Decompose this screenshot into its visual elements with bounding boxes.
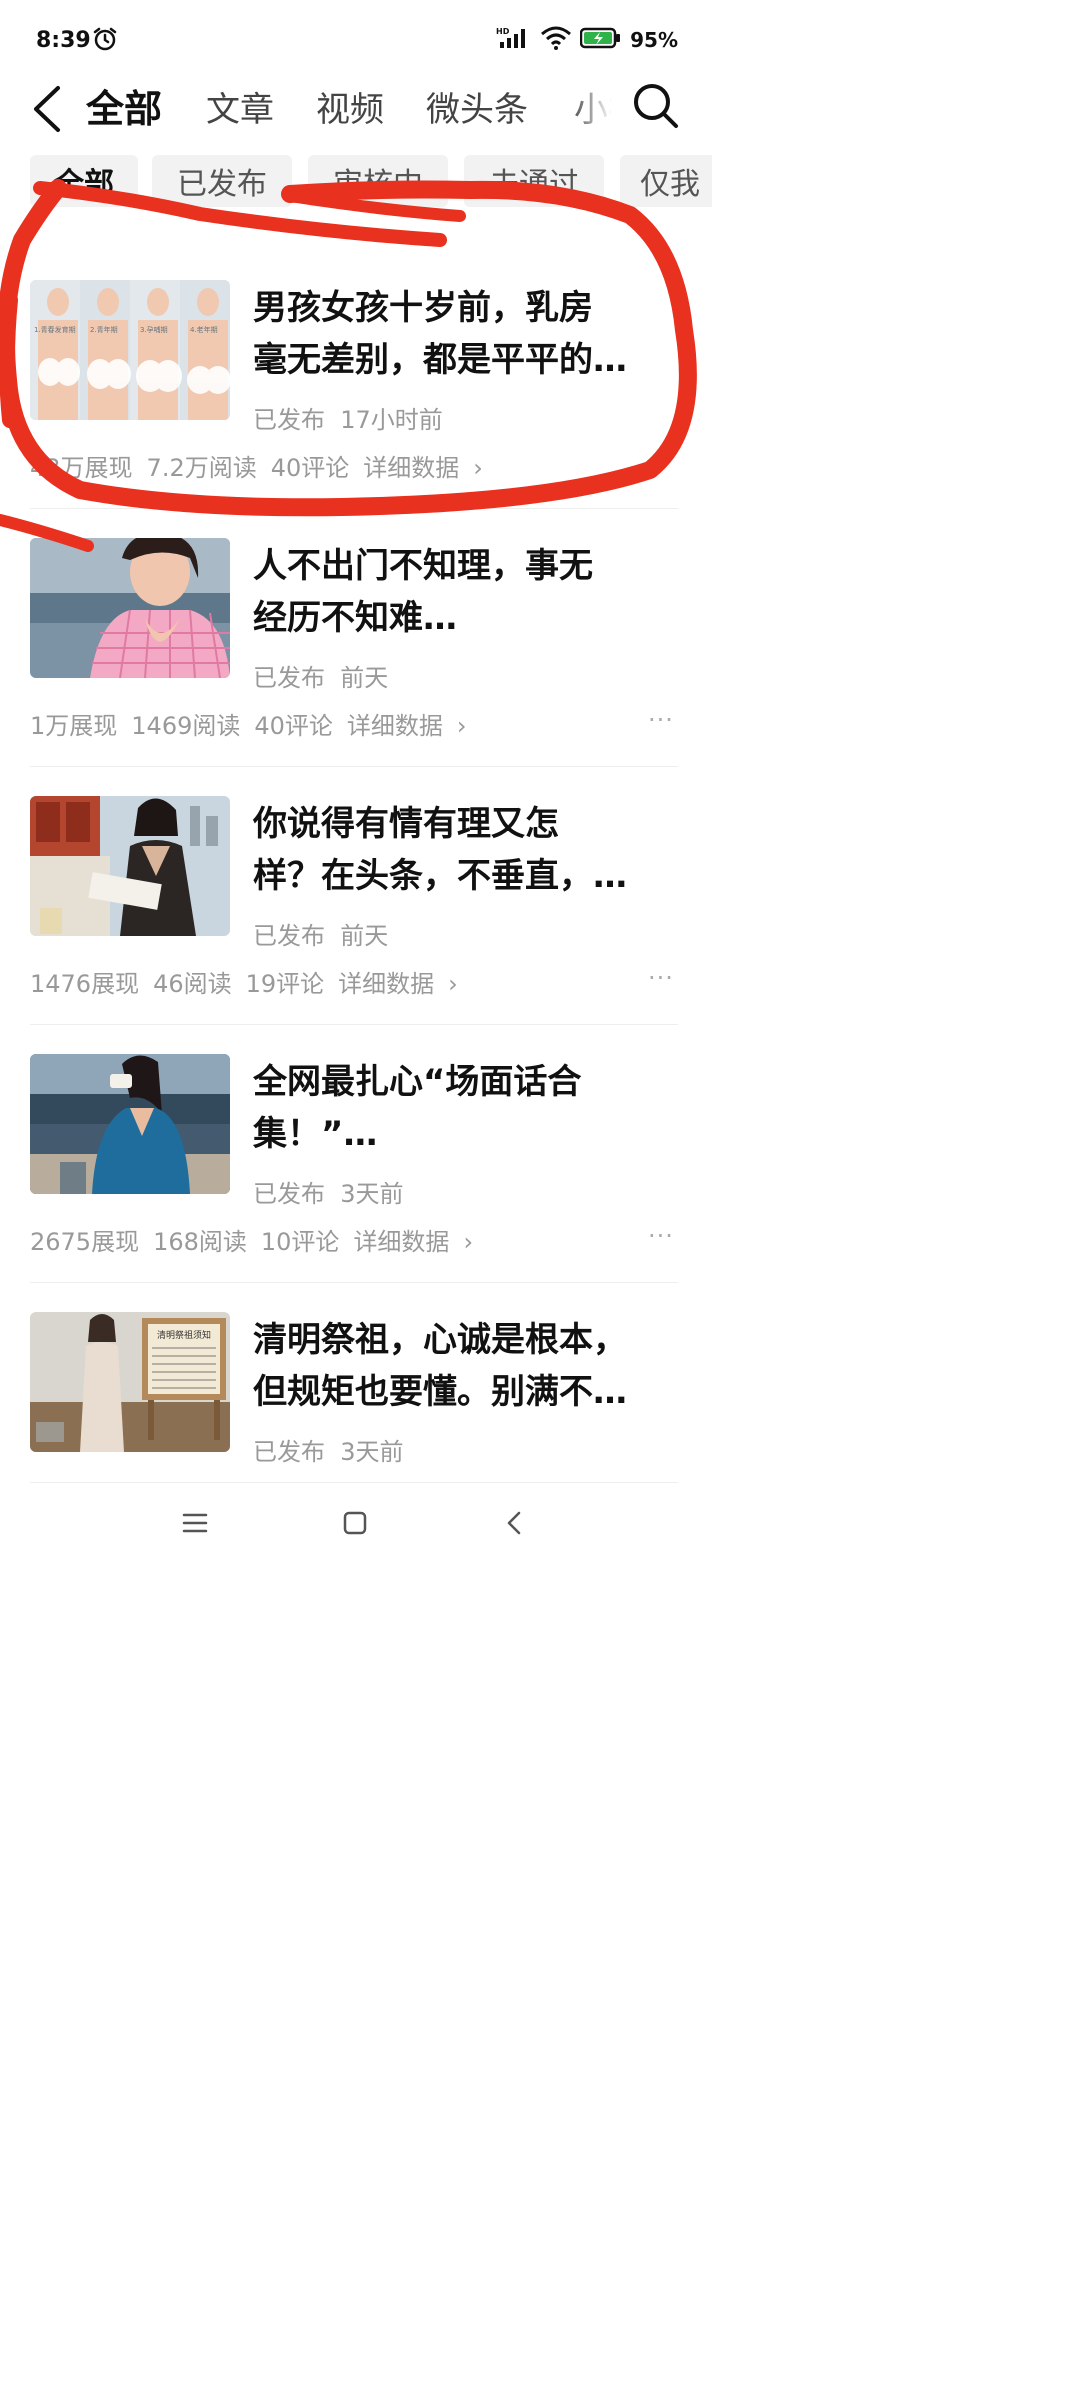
status-time: 8:39 [36,28,91,53]
impressions: 1万展现 [30,712,118,740]
more-options-icon[interactable]: ··· [648,706,674,734]
article-meta: 已发布 17小时前 [253,400,443,435]
status-label: 已发布 [253,1180,325,1208]
svg-text:1.青春发育期: 1.青春发育期 [34,325,76,334]
reads: 46阅读 [153,970,232,998]
article-thumbnail[interactable] [30,538,230,678]
title-line: 男孩女孩十岁前，乳房 [253,288,593,328]
back-arrow-icon[interactable] [30,84,64,138]
impressions: 2675展现 [30,1228,140,1256]
article-title[interactable]: 清明祭祖，心诚是根本， 但规矩也要懂。别满不… [253,1314,683,1418]
reads: 7.2万阅读 [146,454,257,482]
filter-private[interactable]: 仅我 [620,155,712,207]
filter-bar: 全部 已发布 审核中 未通过 仅我 [0,155,712,207]
article-title[interactable]: 全网最扎心“场面话合 集！”… [253,1056,683,1160]
article-title[interactable]: 人不出门不知理，事无 经历不知难… [253,540,683,644]
divider [30,1482,678,1483]
time-label: 前天 [340,664,389,692]
details-link[interactable]: 详细数据 › [347,712,481,740]
battery-icon [579,26,622,54]
impressions: 43万展现 [30,454,133,482]
more-options-icon[interactable]: ··· [648,964,674,992]
article-stats: 43万展现 7.2万阅读 40评论 详细数据 › [30,448,511,483]
article-title[interactable]: 男孩女孩十岁前，乳房 毫无差别，都是平平的… [253,282,683,386]
menu-icon[interactable] [180,1508,210,1542]
home-icon[interactable] [340,1508,370,1542]
article-meta: 已发布 3天前 [253,1174,404,1209]
article-stats: 1476展现 46阅读 19评论 详细数据 › [30,964,486,999]
title-line: 全网最扎心“场面话合 [253,1062,582,1102]
tab-articles[interactable]: 文章 [206,82,274,131]
title-line: 清明祭祖，心诚是根本， [253,1320,627,1360]
svg-text:清明祭祖须知: 清明祭祖须知 [157,1329,211,1341]
status-label: 已发布 [253,664,325,692]
filter-published[interactable]: 已发布 [152,155,292,207]
tab-weitoutiao[interactable]: 微头条 [426,82,528,131]
more-options-icon[interactable]: ··· [648,1222,674,1250]
comments: 40评论 [270,454,350,482]
comments: 40评论 [254,712,333,740]
article-stats: 2675展现 168阅读 10评论 详细数据 › [30,1222,501,1257]
article-title[interactable]: 你说得有情有理又怎 样？在头条，不垂直，… [253,798,683,902]
status-label: 已发布 [253,406,325,434]
search-icon[interactable] [624,80,682,136]
filter-all[interactable]: 全部 [30,155,138,207]
time-label: 3天前 [340,1438,404,1466]
status-bar: 8:39 HD 95% [0,0,712,80]
battery-percent: 95% [630,28,678,52]
article-thumbnail[interactable] [30,796,230,936]
time-label: 前天 [340,922,389,950]
article-meta: 已发布 前天 [253,916,388,951]
title-line: 你说得有情有理又怎 [253,804,559,844]
details-link[interactable]: 详细数据 › [353,1228,487,1256]
alarm-icon [92,26,118,56]
title-line: 经历不知难… [253,598,457,638]
title-line: 集！”… [253,1114,378,1154]
title-line: 人不出门不知理，事无 [253,546,593,586]
article-thumbnail[interactable]: 1.青春发育期 2.青年期 3.孕哺期 4.老年期 [30,280,230,420]
svg-text:4.老年期: 4.老年期 [190,325,218,334]
details-link[interactable]: 详细数据 › [338,970,472,998]
top-nav: 全部 文章 视频 微头条 小视 [0,78,712,136]
svg-text:2.青年期: 2.青年期 [90,325,118,334]
filter-rejected[interactable]: 未通过 [464,155,604,207]
signal-icon: HD [496,26,532,54]
article-meta: 已发布 前天 [253,658,388,693]
article-stats: 1万展现 1469阅读 40评论 详细数据 › [30,706,495,741]
divider [30,508,678,509]
back-icon[interactable] [500,1508,530,1542]
wifi-icon [540,26,572,54]
more-options-icon[interactable]: ··· [648,448,674,476]
divider [30,1282,678,1283]
time-label: 17小时前 [340,406,443,434]
title-line: 样？在头条，不垂直，… [253,856,627,896]
svg-text:3.孕哺期: 3.孕哺期 [140,325,168,334]
status-label: 已发布 [253,922,325,950]
tab-all[interactable]: 全部 [86,78,162,133]
filter-reviewing[interactable]: 审核中 [308,155,448,207]
reads: 1469阅读 [131,712,241,740]
svg-text:HD: HD [496,27,510,36]
title-line: 毫无差别，都是平平的… [253,340,627,380]
title-line: 但规矩也要懂。别满不… [253,1372,627,1412]
tab-videos[interactable]: 视频 [316,82,384,131]
article-thumbnail[interactable] [30,1054,230,1194]
details-link[interactable]: 详细数据 › [363,454,497,482]
article-thumbnail[interactable]: 清明祭祖须知 [30,1312,230,1452]
impressions: 1476展现 [30,970,140,998]
reads: 168阅读 [153,1228,247,1256]
time-label: 3天前 [340,1180,404,1208]
divider [30,766,678,767]
comments: 19评论 [245,970,325,998]
divider [30,1024,678,1025]
comments: 10评论 [260,1228,340,1256]
tab-fade [570,78,630,136]
article-meta: 已发布 3天前 [253,1432,404,1467]
system-nav-bar [0,1488,712,1582]
status-label: 已发布 [253,1438,325,1466]
